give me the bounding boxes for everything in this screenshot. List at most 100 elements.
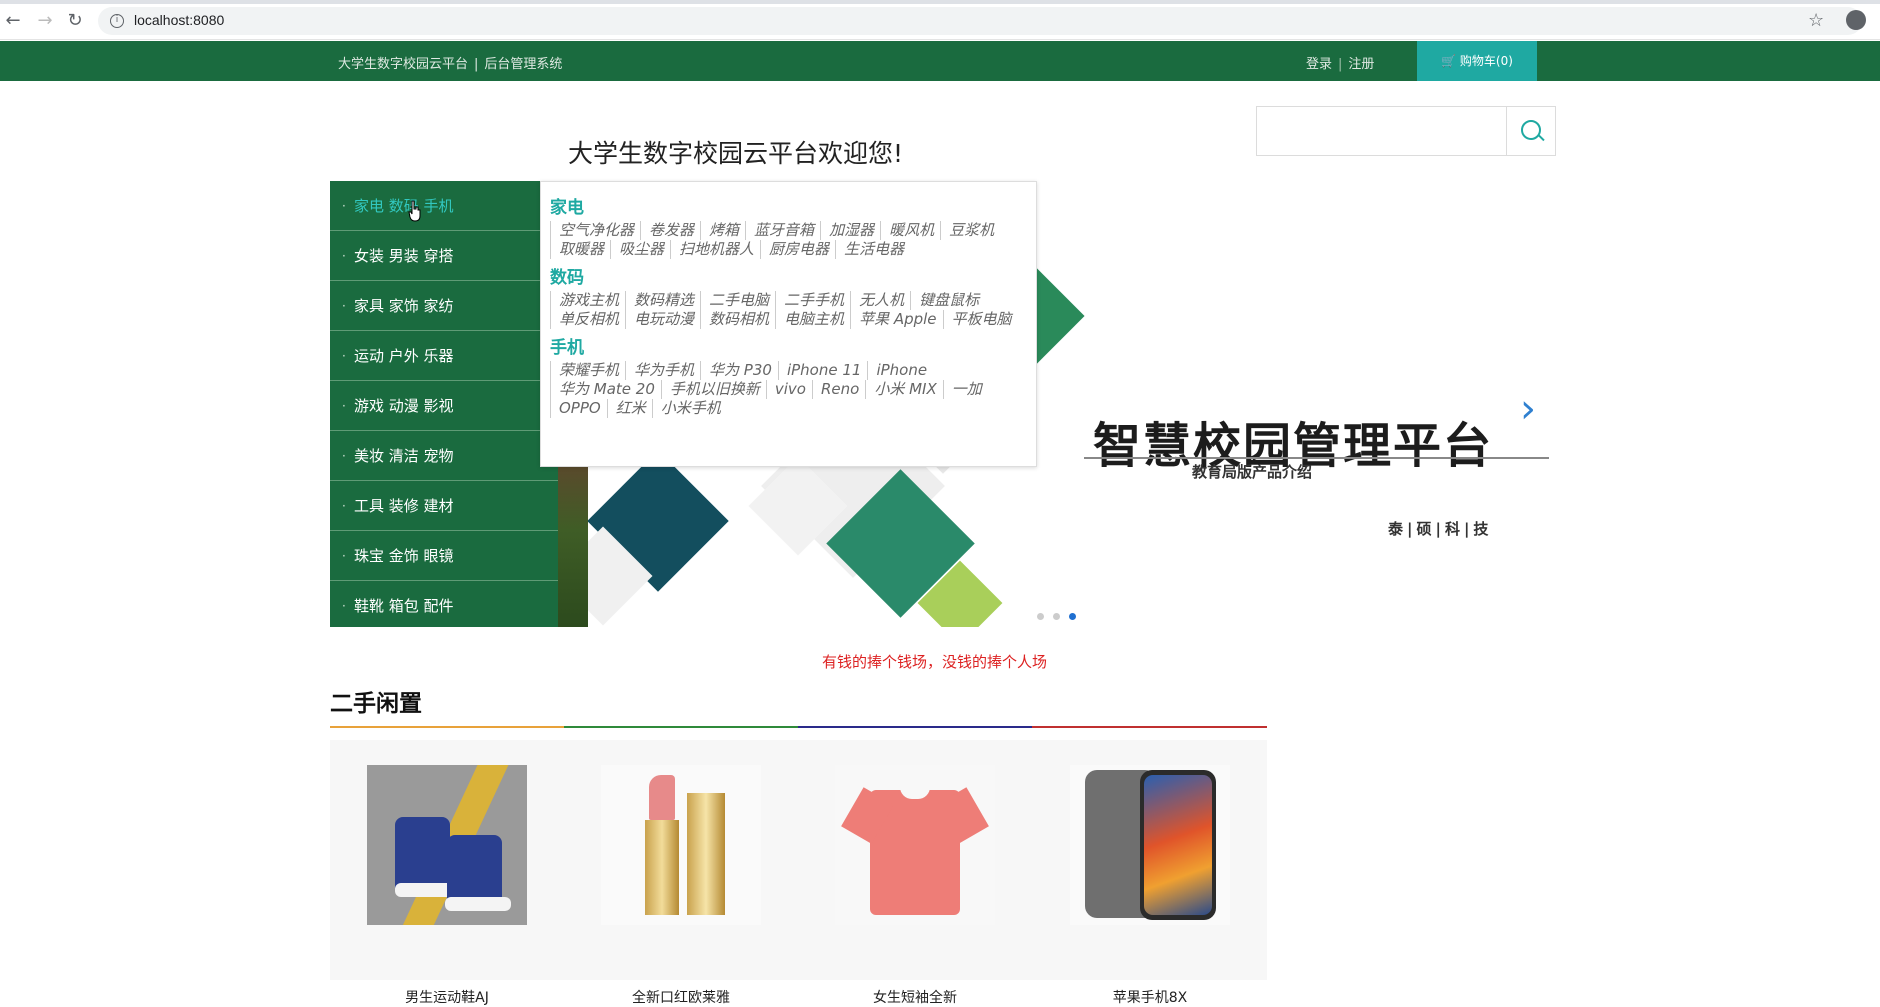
category-label: 家具 家饰 家纺 — [354, 297, 454, 315]
sneaker-image[interactable] — [367, 765, 527, 925]
dropdown-item-link[interactable]: 华为 Mate 20 — [550, 380, 661, 399]
category-item[interactable]: · 工具 装修 建材 — [330, 481, 558, 531]
dropdown-item-link[interactable]: iPhone — [867, 361, 933, 380]
dropdown-group-items: 空气净化器 卷发器 烤箱 蓝牙音箱 加湿器 暖风机 豆浆机取暖器 吸尘器 扫地机器人 厨房电器 生活… — [550, 221, 1028, 259]
dropdown-item-link[interactable]: 烤箱 — [700, 221, 745, 240]
dropdown-item-link[interactable]: 苹果 Apple — [850, 310, 942, 329]
category-label: 鞋靴 箱包 配件 — [354, 597, 454, 615]
dropdown-item-link[interactable]: 电玩动漫 — [625, 310, 700, 329]
category-label: 游戏 动漫 影视 — [354, 397, 454, 415]
product-name[interactable]: 苹果手机8X — [1070, 987, 1230, 1007]
carousel-dot[interactable] — [1053, 613, 1060, 620]
back-icon[interactable]: ← — [4, 12, 22, 30]
dropdown-item-link[interactable]: 吸尘器 — [610, 240, 670, 259]
dropdown-item-link[interactable]: 红米 — [606, 399, 652, 418]
tab-strip — [0, 0, 1880, 4]
cart-label: 购物车(0) — [1459, 54, 1513, 68]
dropdown-item-link[interactable]: 手机以旧换新 — [660, 380, 766, 399]
banner-edge-image — [558, 466, 588, 627]
carousel-dots — [1037, 605, 1085, 624]
dropdown-item-link[interactable]: 取暖器 — [550, 240, 610, 259]
dropdown-item-link[interactable]: 扫地机器人 — [670, 240, 760, 259]
dropdown-item-link[interactable]: iPhone 11 — [777, 361, 868, 380]
product-grid: 男生运动鞋AJ 全新口红欧莱雅 女生短袖全新 苹果手机8X — [330, 740, 1267, 1006]
dropdown-item-link[interactable]: OPPO — [550, 399, 607, 418]
product-card[interactable]: 苹果手机8X — [1070, 765, 1230, 1006]
category-item[interactable]: · 家具 家饰 家纺 — [330, 281, 558, 331]
dropdown-item-link[interactable]: 数码精选 — [625, 291, 700, 310]
category-label: 珠宝 金饰 眼镜 — [354, 547, 454, 565]
category-label: 家电 数码 手机 — [354, 197, 454, 215]
dropdown-item-link[interactable]: 单反相机 — [550, 310, 625, 329]
category-label: 美妆 清洁 宠物 — [354, 447, 454, 465]
dropdown-item-link[interactable]: 厨房电器 — [760, 240, 835, 259]
url-text: localhost:8080 — [134, 12, 225, 28]
product-name[interactable]: 女生短袖全新 — [835, 987, 995, 1007]
dropdown-item-link[interactable]: 暖风机 — [880, 221, 940, 240]
category-item[interactable]: · 运动 户外 乐器 — [330, 331, 558, 381]
dropdown-item-link[interactable]: vivo — [765, 380, 812, 399]
cart-button[interactable]: 🛒 购物车(0) — [1417, 41, 1537, 81]
category-item[interactable]: · 游戏 动漫 影视 — [330, 381, 558, 431]
carousel-dot-active[interactable] — [1069, 613, 1076, 620]
bookmark-star-icon[interactable]: ☆ — [1808, 10, 1824, 31]
dropdown-item-link[interactable]: 一加 — [942, 380, 988, 399]
admin-link[interactable]: 后台管理系统 — [484, 57, 562, 72]
login-link[interactable]: 登录 — [1306, 57, 1332, 72]
category-item[interactable]: · 家电 数码 手机 — [330, 181, 558, 231]
dropdown-item-link[interactable]: 小米手机 — [651, 399, 727, 418]
dropdown-item-link[interactable]: 二手手机 — [775, 291, 850, 310]
dropdown-item-link[interactable]: 电脑主机 — [775, 310, 850, 329]
dropdown-item-link[interactable]: 生活电器 — [835, 240, 910, 259]
profile-avatar-icon[interactable] — [1846, 10, 1866, 30]
tshirt-image[interactable] — [835, 765, 995, 925]
dropdown-item-link[interactable]: 小米 MIX — [865, 380, 942, 399]
carousel-next-icon[interactable]: › — [1520, 386, 1536, 432]
category-label: 女装 男装 穿搭 — [354, 247, 454, 265]
dropdown-item-link[interactable]: 游戏主机 — [550, 291, 625, 310]
dropdown-item-link[interactable]: 华为手机 — [625, 361, 700, 380]
search-icon — [1521, 120, 1541, 140]
divider: | — [474, 57, 479, 72]
product-name[interactable]: 男生运动鞋AJ — [367, 987, 527, 1007]
dropdown-item-link[interactable]: 数码相机 — [700, 310, 775, 329]
dropdown-group-items: 荣耀手机 华为手机 华为 P30 iPhone 11 iPhone 华为 Mate 20 手… — [550, 361, 1028, 418]
product-name[interactable]: 全新口红欧莱雅 — [601, 987, 761, 1007]
product-card[interactable]: 全新口红欧莱雅 — [601, 765, 761, 1006]
dropdown-item-link[interactable]: 荣耀手机 — [550, 361, 625, 380]
category-item[interactable]: · 珠宝 金饰 眼镜 — [330, 531, 558, 581]
dropdown-item-link[interactable]: 华为 P30 — [700, 361, 778, 380]
dropdown-item-link[interactable]: 蓝牙音箱 — [745, 221, 820, 240]
dropdown-item-link[interactable]: 豆浆机 — [940, 221, 1000, 240]
dropdown-item-link[interactable]: 加湿器 — [820, 221, 880, 240]
dropdown-item-link[interactable]: 空气净化器 — [550, 221, 640, 240]
category-item[interactable]: · 鞋靴 箱包 配件 — [330, 581, 558, 631]
dropdown-item-link[interactable]: 二手电脑 — [700, 291, 775, 310]
phone-image[interactable] — [1070, 765, 1230, 925]
dropdown-item-link[interactable]: 平板电脑 — [942, 310, 1018, 329]
search-button[interactable] — [1506, 106, 1556, 156]
dropdown-item-link[interactable]: Reno — [812, 380, 865, 399]
dropdown-item-link[interactable]: 卷发器 — [640, 221, 700, 240]
carousel-dot[interactable] — [1037, 613, 1044, 620]
site-info-icon[interactable]: i — [110, 14, 124, 28]
address-bar[interactable]: i localhost:8080 — [98, 7, 1862, 35]
forward-icon[interactable]: → — [36, 12, 54, 30]
banner-divider — [1084, 457, 1549, 459]
site-topbar: 大学生数字校园云平台 | 后台管理系统 登录 | 注册 🛒 购物车(0) — [0, 41, 1880, 81]
lipstick-image[interactable] — [601, 765, 761, 925]
register-link[interactable]: 注册 — [1348, 57, 1374, 72]
dropdown-group-items: 游戏主机 数码精选 二手电脑 二手手机 无人机 键盘鼠标单反相机 电玩动漫 数码相机 电脑主机苹… — [550, 291, 1028, 329]
category-item[interactable]: · 女装 男装 穿搭 — [330, 231, 558, 281]
search-input[interactable] — [1256, 106, 1507, 156]
dropdown-group-title[interactable]: 家电 — [550, 193, 1028, 218]
dropdown-group-title[interactable]: 手机 — [550, 333, 1028, 358]
reload-icon[interactable]: ↻ — [66, 12, 84, 30]
dropdown-group-title[interactable]: 数码 — [550, 263, 1028, 288]
dropdown-item-link[interactable]: 键盘鼠标 — [910, 291, 985, 310]
product-card[interactable]: 男生运动鞋AJ — [367, 765, 527, 1006]
product-card[interactable]: 女生短袖全新 — [835, 765, 995, 1006]
category-item[interactable]: · 美妆 清洁 宠物 — [330, 431, 558, 481]
dropdown-item-link[interactable]: 无人机 — [850, 291, 910, 310]
site-name-link[interactable]: 大学生数字校园云平台 — [338, 57, 468, 72]
